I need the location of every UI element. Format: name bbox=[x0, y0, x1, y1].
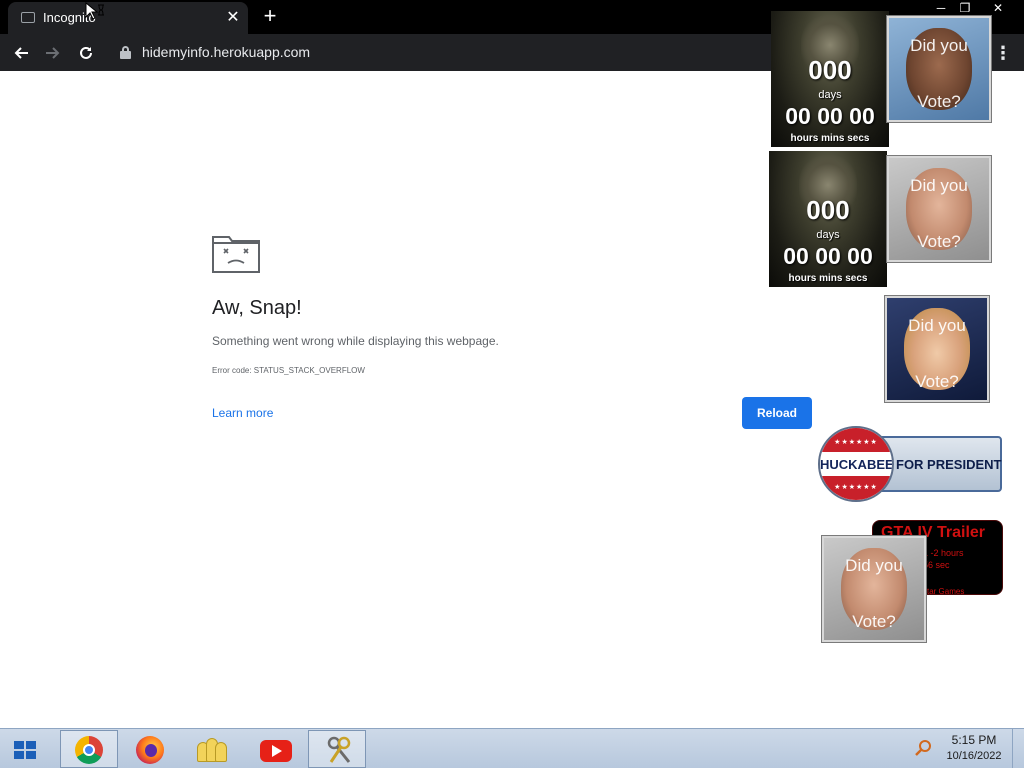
stars-top: ★★★★★★ bbox=[834, 439, 878, 446]
huckabee-name: HUCKABEE bbox=[820, 457, 894, 472]
browser-tab[interactable]: Incognito ✕ bbox=[8, 2, 248, 34]
firefox-taskbar-button[interactable] bbox=[120, 730, 178, 768]
screen: Incognito ✕ + ─ ❐ ✕ hidemyinfo.herokuapp… bbox=[0, 0, 1024, 768]
file-explorer-taskbar-button[interactable] bbox=[180, 730, 238, 768]
folder-icon bbox=[197, 736, 227, 762]
countdown-days: 000 bbox=[806, 195, 850, 225]
keys-icon bbox=[327, 736, 351, 763]
stars-bottom: ★★★★★★ bbox=[834, 484, 878, 491]
vote-question: Vote? bbox=[917, 232, 961, 251]
keys-taskbar-button[interactable] bbox=[308, 730, 366, 768]
vote-question: Did you bbox=[908, 316, 966, 335]
error-message: Something went wrong while displaying th… bbox=[212, 334, 499, 348]
countdown-time: 00 00 00 bbox=[783, 243, 873, 269]
vote-popup[interactable]: Did you Vote? bbox=[887, 156, 991, 262]
vote-question: Did you bbox=[845, 556, 903, 575]
taskbar bbox=[0, 728, 1024, 768]
clock-time[interactable]: 5:15 PM bbox=[944, 733, 1004, 747]
learn-more-link[interactable]: Learn more bbox=[212, 406, 273, 420]
address-bar[interactable]: hidemyinfo.herokuapp.com bbox=[142, 44, 310, 60]
forward-arrow-icon[interactable] bbox=[40, 40, 66, 66]
tab-close-icon[interactable]: ✕ bbox=[223, 8, 243, 28]
busy-cursor-icon bbox=[85, 2, 104, 20]
countdown-days: 000 bbox=[808, 55, 852, 85]
minimize-button[interactable]: ─ bbox=[930, 0, 952, 16]
countdown-time: 00 00 00 bbox=[785, 103, 875, 129]
vote-popup[interactable]: Did you Vote? bbox=[887, 16, 991, 122]
vote-question: Vote? bbox=[915, 372, 959, 391]
countdown-days-label: days bbox=[816, 229, 840, 241]
vote-question: Vote? bbox=[917, 92, 961, 111]
youtube-taskbar-button[interactable] bbox=[244, 730, 302, 768]
error-code: Error code: STATUS_STACK_OVERFLOW bbox=[212, 366, 365, 375]
youtube-icon bbox=[260, 740, 292, 762]
vote-question: Did you bbox=[910, 36, 968, 55]
clock-date[interactable]: 10/16/2022 bbox=[944, 750, 1004, 762]
huckabee-banner[interactable]: FOR PRESIDENT ★★★★★★ HUCKABEE ★★★★★★ bbox=[818, 426, 1004, 502]
firefox-icon bbox=[136, 736, 164, 764]
sad-folder-icon bbox=[212, 236, 260, 273]
new-tab-button[interactable]: + bbox=[258, 5, 282, 29]
error-title: Aw, Snap! bbox=[212, 297, 302, 319]
gta-publisher: star Games bbox=[923, 587, 965, 595]
vote-question: Vote? bbox=[852, 612, 896, 631]
vote-popup[interactable]: Did you Vote? bbox=[885, 296, 989, 402]
gta-countdown-hours: 1 -2 hours bbox=[923, 548, 964, 558]
countdown-days-label: days bbox=[818, 89, 842, 101]
reload-icon[interactable] bbox=[73, 40, 99, 66]
lock-icon[interactable] bbox=[120, 46, 131, 59]
countdown-widget[interactable]: 000 days 00 00 00 hours mins secs bbox=[769, 151, 887, 287]
sad-tab-favicon-icon bbox=[21, 12, 35, 23]
countdown-units: hours mins secs bbox=[790, 133, 870, 144]
chrome-menu-icon[interactable]: ⋮ bbox=[992, 40, 1014, 66]
windows-start-icon[interactable] bbox=[14, 741, 36, 759]
countdown-units: hours mins secs bbox=[788, 273, 868, 284]
gta-countdown-secs: 56 sec bbox=[923, 560, 950, 570]
show-desktop-button[interactable] bbox=[1012, 729, 1024, 768]
reload-button[interactable]: Reload bbox=[742, 397, 812, 429]
chrome-taskbar-button[interactable] bbox=[60, 730, 118, 768]
restore-button[interactable]: ❐ bbox=[954, 0, 976, 16]
search-tray-icon[interactable] bbox=[914, 739, 932, 757]
campaign-button-icon: ★★★★★★ HUCKABEE ★★★★★★ bbox=[818, 426, 894, 502]
countdown-widget[interactable]: 000 days 00 00 00 hours mins secs bbox=[771, 11, 889, 147]
chrome-icon bbox=[75, 736, 103, 764]
back-arrow-icon[interactable] bbox=[8, 40, 34, 66]
vote-question: Did you bbox=[910, 176, 968, 195]
vote-popup[interactable]: Did you Vote? bbox=[822, 536, 926, 642]
window-close-button[interactable]: ✕ bbox=[987, 0, 1009, 16]
huckabee-tagline: FOR PRESIDENT bbox=[896, 457, 1002, 472]
